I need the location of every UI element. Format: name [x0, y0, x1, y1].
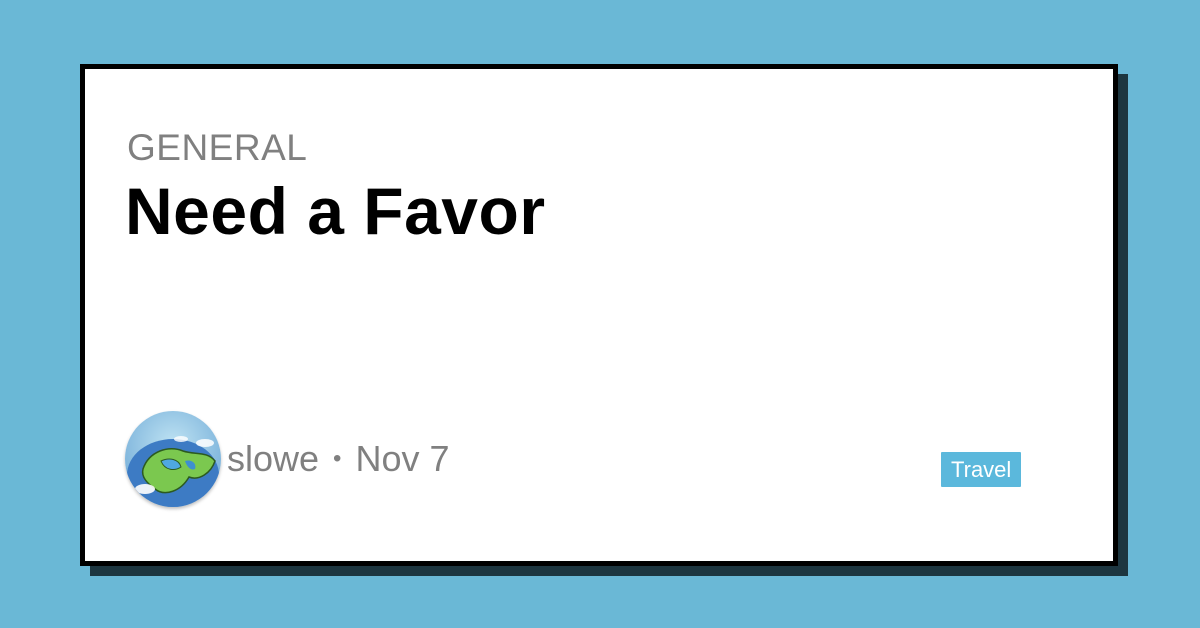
post-title[interactable]: Need a Favor [125, 173, 546, 249]
tag-travel[interactable]: Travel [941, 452, 1022, 487]
byline-separator: • [333, 445, 342, 472]
post-category[interactable]: GENERAL [127, 127, 307, 169]
author-name[interactable]: slowe [227, 438, 319, 480]
author-avatar[interactable] [125, 411, 221, 507]
post-meta: slowe • Nov 7 [125, 410, 450, 508]
byline: slowe • Nov 7 [227, 438, 450, 480]
post-date: Nov 7 [355, 438, 450, 479]
globe-avatar-icon [125, 411, 221, 507]
post-card[interactable]: GENERAL Need a Favor slowe • Nov 7 Trave… [80, 64, 1118, 566]
